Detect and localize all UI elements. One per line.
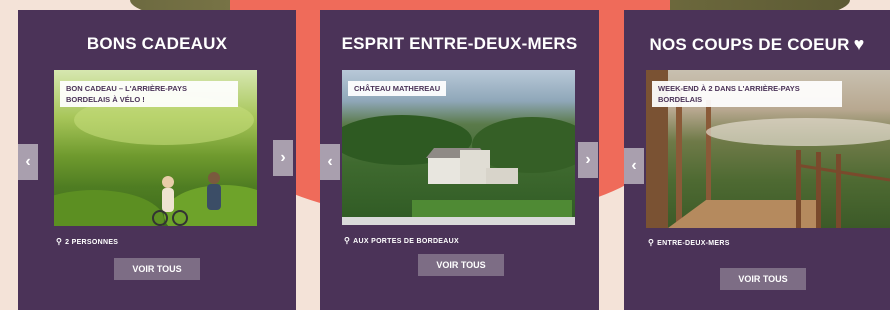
cyclists-photo[interactable]: BON CADEAU – L'ARRIÈRE-PAYS BORDELAIS À … (54, 70, 257, 226)
location-text: 2 PERSONNES (65, 239, 119, 246)
card-caption[interactable]: WEEK-END À 2 DANS L'ARRIÈRE-PAYS BORDELA… (652, 81, 842, 107)
chevron-right-icon: › (280, 149, 286, 166)
next-arrow-button[interactable]: › (578, 142, 598, 178)
terrace-view-photo[interactable]: WEEK-END À 2 DANS L'ARRIÈRE-PAYS BORDELA… (646, 70, 890, 228)
chevron-left-icon: ‹ (25, 153, 31, 170)
map-pin-icon: ⚲ (344, 236, 351, 245)
map-pin-icon: ⚲ (56, 237, 63, 246)
card-title: BONS CADEAUX (86, 34, 228, 53)
chevron-right-icon: › (585, 151, 591, 168)
next-arrow-button[interactable]: › (273, 140, 293, 176)
card-location: ⚲ ENTRE-DEUX-MERS (648, 238, 730, 247)
voir-tous-button[interactable]: VOIR TOUS (114, 258, 200, 280)
chevron-left-icon: ‹ (327, 153, 333, 170)
card-caption[interactable]: CHÂTEAU MATHEREAU (348, 81, 447, 96)
prev-arrow-button[interactable]: ‹ (320, 144, 340, 180)
location-text: AUX PORTES DE BORDEAUX (353, 238, 459, 245)
voir-tous-button[interactable]: VOIR TOUS (720, 268, 806, 290)
chevron-left-icon: ‹ (631, 157, 637, 174)
card-title: NOS COUPS DE COEUR ♥ (624, 34, 890, 55)
prev-arrow-button[interactable]: ‹ (624, 148, 644, 184)
location-text: ENTRE-DEUX-MERS (657, 240, 730, 247)
heart-icon: ♥ (853, 34, 865, 54)
card-location: ⚲ AUX PORTES DE BORDEAUX (344, 236, 459, 245)
voir-tous-button[interactable]: VOIR TOUS (418, 254, 504, 276)
card-bons-cadeaux: BONS CADEAUX BON CADEAU – L'ARRIÈRE-PAYS… (18, 10, 296, 310)
card-esprit-entre-deux-mers: ESPRIT ENTRE-DEUX-MERS CHÂTEAU MATHEREAU… (320, 10, 599, 310)
map-pin-icon: ⚲ (648, 238, 655, 247)
card-location: ⚲ 2 PERSONNES (56, 237, 118, 246)
card-nos-coups-de-coeur: NOS COUPS DE COEUR ♥ WEEK-END À 2 DANS L'… (624, 10, 890, 310)
card-title: ESPRIT ENTRE-DEUX-MERS (341, 34, 578, 53)
prev-arrow-button[interactable]: ‹ (18, 144, 38, 180)
card-caption[interactable]: BON CADEAU – L'ARRIÈRE-PAYS BORDELAIS À … (60, 81, 238, 107)
card-title-text: NOS COUPS DE COEUR (649, 35, 850, 54)
chateau-photo[interactable]: CHÂTEAU MATHEREAU (342, 70, 575, 225)
